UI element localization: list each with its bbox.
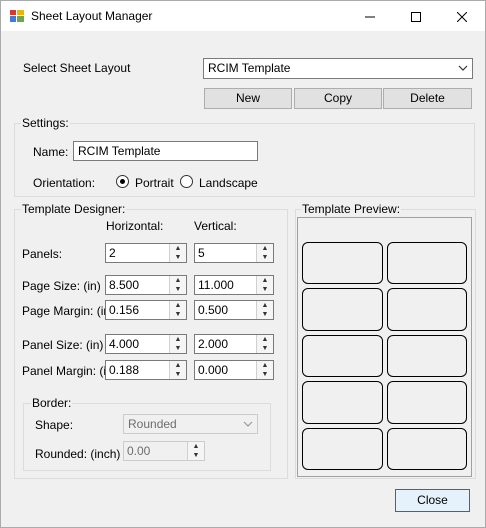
shape-label: Shape:: [35, 418, 74, 432]
rounded-value: 0.00: [127, 444, 151, 458]
panels-horizontal-spinner[interactable]: 2 ▲ ▼: [105, 243, 187, 263]
panel-size-horizontal-value: 4.000: [109, 337, 140, 351]
page-size-horizontal-spinner[interactable]: 8.500 ▲ ▼: [105, 275, 187, 295]
spin-down-icon[interactable]: ▼: [170, 370, 186, 379]
orientation-label: Orientation:: [33, 176, 96, 190]
rounded-label: Rounded: (inch): [35, 447, 121, 461]
portrait-label: Portrait: [135, 176, 174, 190]
portrait-radio[interactable]: [116, 175, 129, 188]
border-group-title: Border:: [31, 396, 73, 410]
sheet-layout-select[interactable]: RCIM Template: [203, 58, 473, 79]
preview-panel: [302, 334, 383, 378]
spin-down-icon[interactable]: ▼: [170, 285, 186, 294]
new-button[interactable]: New: [204, 88, 292, 109]
horizontal-header: Horizontal:: [106, 219, 164, 233]
shape-select[interactable]: Rounded: [123, 414, 258, 434]
minimize-icon: [365, 16, 375, 18]
template-preview-canvas: [297, 217, 472, 477]
close-window-button[interactable]: [439, 1, 485, 31]
preview-panel: [302, 242, 383, 285]
name-label: Name:: [33, 145, 69, 159]
preview-panel: [302, 427, 383, 470]
shape-value: Rounded: [128, 417, 177, 431]
template-preview-title: Template Preview:: [301, 202, 402, 216]
minimize-button[interactable]: [347, 1, 393, 31]
panel-margin-vertical-spinner[interactable]: 0.000 ▲ ▼: [194, 360, 274, 380]
page-margin-horizontal-spinner[interactable]: 0.156 ▲ ▼: [105, 300, 187, 320]
maximize-icon: [411, 12, 421, 23]
page-size-vertical-value: 11.000: [198, 278, 234, 292]
landscape-label: Landscape: [199, 176, 258, 190]
title-bar: Sheet Layout Manager: [1, 1, 485, 31]
panels-vertical-spinner[interactable]: 5 ▲ ▼: [194, 243, 274, 263]
spin-down-icon[interactable]: ▼: [257, 344, 273, 353]
panel-margin-vertical-value: 0.000: [198, 363, 229, 377]
name-field[interactable]: RCIM Template: [73, 141, 258, 161]
close-icon: [456, 11, 468, 23]
copy-button[interactable]: Copy: [294, 88, 382, 109]
spin-down-icon[interactable]: ▼: [170, 310, 186, 319]
spin-down-icon[interactable]: ▼: [170, 344, 186, 353]
panel-size-vertical-spinner[interactable]: 2.000 ▲ ▼: [194, 334, 274, 354]
page-margin-label: Page Margin: (in): [22, 304, 115, 318]
spin-down-icon[interactable]: ▼: [257, 310, 273, 319]
preview-panel: [302, 381, 383, 424]
preview-panel: [386, 334, 467, 378]
sheet-layout-manager-window: Sheet Layout Manager Select Sheet Layout…: [0, 0, 486, 528]
panels-label: Panels:: [22, 247, 63, 261]
spin-down-icon[interactable]: ▼: [188, 451, 204, 460]
preview-panel: [386, 427, 467, 470]
spin-down-icon[interactable]: ▼: [257, 253, 273, 262]
page-size-vertical-spinner[interactable]: 11.000 ▲ ▼: [194, 275, 274, 295]
rounded-spinner[interactable]: 0.00 ▲ ▼: [123, 441, 205, 461]
page-margin-vertical-spinner[interactable]: 0.500 ▲ ▼: [194, 300, 274, 320]
preview-panel: [386, 242, 467, 285]
delete-button[interactable]: Delete: [383, 88, 472, 109]
panels-horizontal-value: 2: [109, 246, 116, 260]
panel-size-horizontal-spinner[interactable]: 4.000 ▲ ▼: [105, 334, 187, 354]
page-size-label: Page Size: (in): [22, 279, 101, 293]
spin-down-icon[interactable]: ▼: [257, 370, 273, 379]
panels-vertical-value: 5: [198, 246, 205, 260]
template-designer-title: Template Designer:: [21, 202, 127, 216]
window-title: Sheet Layout Manager: [31, 9, 153, 23]
panel-size-label: Panel Size: (in): [22, 338, 104, 352]
panel-margin-horizontal-value: 0.188: [109, 363, 140, 377]
page-margin-vertical-value: 0.500: [198, 303, 229, 317]
preview-panel: [302, 288, 383, 331]
chevron-down-icon: [458, 65, 468, 71]
vertical-header: Vertical:: [194, 219, 237, 233]
radio-selected-dot: [120, 179, 125, 184]
chevron-down-icon: [243, 421, 253, 427]
page-size-horizontal-value: 8.500: [109, 278, 140, 292]
preview-panel: [386, 381, 467, 424]
select-layout-label: Select Sheet Layout: [23, 61, 131, 75]
app-icon: [10, 10, 24, 22]
panel-size-vertical-value: 2.000: [198, 337, 229, 351]
sheet-layout-value: RCIM Template: [208, 61, 291, 75]
landscape-radio[interactable]: [180, 175, 193, 188]
settings-group-title: Settings:: [21, 116, 70, 130]
maximize-button[interactable]: [393, 1, 439, 31]
preview-panel: [386, 288, 467, 331]
panel-margin-horizontal-spinner[interactable]: 0.188 ▲ ▼: [105, 360, 187, 380]
close-button[interactable]: Close: [395, 489, 470, 512]
page-margin-horizontal-value: 0.156: [109, 303, 140, 317]
spin-down-icon[interactable]: ▼: [170, 253, 186, 262]
panel-margin-label: Panel Margin: (in): [22, 364, 117, 378]
spin-down-icon[interactable]: ▼: [257, 285, 273, 294]
